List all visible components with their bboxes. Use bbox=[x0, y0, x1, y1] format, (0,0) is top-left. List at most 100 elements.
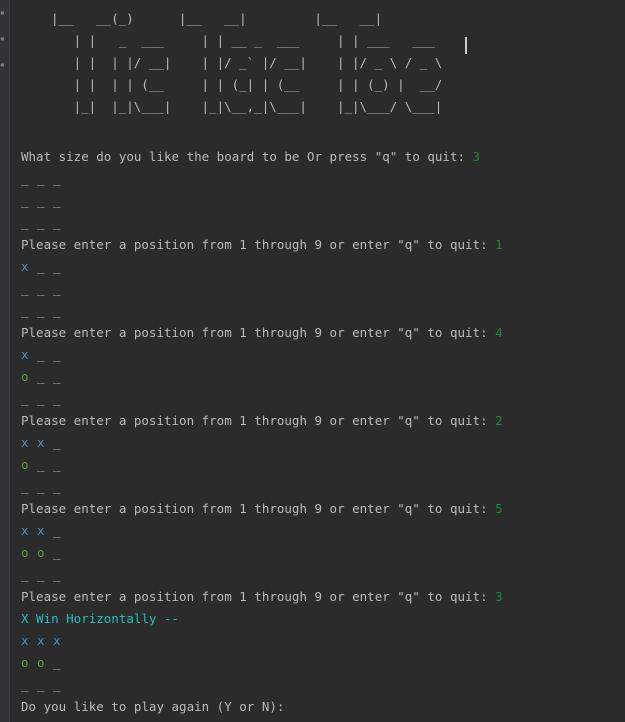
board-cell: _ bbox=[37, 347, 45, 362]
board-cell: _ bbox=[37, 457, 45, 472]
board-cell: _ bbox=[53, 215, 61, 230]
board-row: _ _ _ bbox=[21, 168, 69, 190]
board-cell: _ bbox=[21, 193, 29, 208]
gutter-marker: ▪ bbox=[0, 8, 5, 17]
board-cell: _ bbox=[53, 435, 61, 450]
board-cell: _ bbox=[53, 567, 61, 582]
board-cell: x bbox=[21, 633, 29, 648]
board-cell: _ bbox=[21, 215, 29, 230]
board-cell: _ bbox=[37, 171, 45, 186]
board-cell: _ bbox=[21, 567, 29, 582]
gutter-marker: ▪ bbox=[0, 60, 5, 69]
board-cell: _ bbox=[21, 303, 29, 318]
move-input: 3 bbox=[495, 589, 503, 604]
board-row: x x _ bbox=[21, 432, 69, 454]
move-prompt: Please enter a position from 1 through 9… bbox=[21, 325, 496, 340]
board-cell: x bbox=[21, 523, 29, 538]
board-row: _ _ _ bbox=[21, 278, 69, 300]
board-row: _ _ _ bbox=[21, 190, 69, 212]
board-cell: _ bbox=[53, 347, 61, 362]
board-cell: _ bbox=[53, 281, 61, 296]
board-cell: _ bbox=[37, 369, 45, 384]
board-row: o _ _ bbox=[21, 454, 69, 476]
board-cell: _ bbox=[37, 281, 45, 296]
board-cell: _ bbox=[53, 193, 61, 208]
move-prompt: Please enter a position from 1 through 9… bbox=[21, 501, 496, 516]
board-cell: _ bbox=[37, 677, 45, 692]
board-cell: x bbox=[21, 347, 29, 362]
board-row: xxx bbox=[21, 630, 69, 652]
board-row: _ _ _ bbox=[21, 388, 69, 410]
board-cell: _ bbox=[37, 215, 45, 230]
move-prompt-line: Please enter a position from 1 through 9… bbox=[21, 234, 503, 256]
board-row: _ _ _ bbox=[21, 212, 69, 234]
play-again-prompt: Do you like to play again (Y or N): bbox=[21, 699, 292, 714]
board-cell: _ bbox=[53, 391, 61, 406]
board-cell: _ bbox=[53, 369, 61, 384]
board-row: x _ _ bbox=[21, 344, 69, 366]
board-cell: x bbox=[53, 633, 61, 648]
board-cell: _ bbox=[53, 545, 61, 560]
board-cell: x bbox=[21, 435, 29, 450]
move-prompt: Please enter a position from 1 through 9… bbox=[21, 589, 496, 604]
board-cell: _ bbox=[21, 677, 29, 692]
move-prompt-line: Please enter a position from 1 through 9… bbox=[21, 322, 503, 344]
text-caret bbox=[465, 37, 467, 54]
board-cell: _ bbox=[37, 567, 45, 582]
play-again-line[interactable]: Do you like to play again (Y or N): bbox=[21, 696, 292, 718]
board-cell: _ bbox=[53, 479, 61, 494]
move-input: 4 bbox=[495, 325, 503, 340]
move-prompt-line: Please enter a position from 1 through 9… bbox=[21, 410, 503, 432]
board-cell: _ bbox=[53, 171, 61, 186]
size-prompt-line: What size do you like the board to be Or… bbox=[21, 146, 480, 168]
board-row: _ _ _ bbox=[21, 476, 69, 498]
board-cell: _ bbox=[37, 259, 45, 274]
board-cell: _ bbox=[53, 259, 61, 274]
board-cell: o bbox=[21, 457, 29, 472]
board-row: o o _ bbox=[21, 652, 69, 674]
board-row: _ _ _ bbox=[21, 300, 69, 322]
board-row: x _ _ bbox=[21, 256, 69, 278]
board-cell: _ bbox=[37, 479, 45, 494]
board-cell: _ bbox=[21, 391, 29, 406]
move-prompt: Please enter a position from 1 through 9… bbox=[21, 413, 496, 428]
board-row: x x _ bbox=[21, 520, 69, 542]
move-input: 2 bbox=[495, 413, 503, 428]
board-cell: _ bbox=[37, 303, 45, 318]
board-cell: _ bbox=[37, 391, 45, 406]
gutter-marker: ▪ bbox=[0, 34, 5, 43]
size-prompt: What size do you like the board to be Or… bbox=[21, 149, 473, 164]
win-message: X Win Horizontally -- bbox=[21, 611, 180, 626]
board-row: _ _ _ bbox=[21, 564, 69, 586]
board-cell: _ bbox=[53, 457, 61, 472]
move-prompt-line: Please enter a position from 1 through 9… bbox=[21, 586, 503, 608]
run-console-output[interactable]: ------- - ------- ------- |__ __(_) |__ … bbox=[21, 0, 621, 722]
board-cell: _ bbox=[53, 677, 61, 692]
move-prompt-line: Please enter a position from 1 through 9… bbox=[21, 498, 503, 520]
board-row: _ _ _ bbox=[21, 674, 69, 696]
move-input: 5 bbox=[495, 501, 503, 516]
board-row: o _ _ bbox=[21, 366, 69, 388]
board-cell: _ bbox=[21, 171, 29, 186]
board-cell: _ bbox=[53, 523, 61, 538]
board-cell: o bbox=[21, 369, 29, 384]
board-cell: x bbox=[21, 259, 29, 274]
board-cell: _ bbox=[53, 303, 61, 318]
board-cell: x bbox=[37, 435, 45, 450]
move-prompt: Please enter a position from 1 through 9… bbox=[21, 237, 496, 252]
board-cell: o bbox=[21, 655, 29, 670]
board-cell: o bbox=[37, 655, 45, 670]
board-cell: _ bbox=[21, 281, 29, 296]
board-row: o o _ bbox=[21, 542, 69, 564]
editor-gutter: ▪ ▪ ▪ bbox=[0, 0, 10, 722]
ascii-banner: ------- - ------- ------- |__ __(_) |__ … bbox=[51, 0, 443, 114]
board-cell: x bbox=[37, 633, 45, 648]
board-cell: x bbox=[37, 523, 45, 538]
board-cell: _ bbox=[37, 193, 45, 208]
size-input: 3 bbox=[472, 149, 481, 164]
board-cell: o bbox=[21, 545, 29, 560]
board-cell: o bbox=[37, 545, 45, 560]
board-cell: _ bbox=[21, 479, 29, 494]
board-cell: _ bbox=[53, 655, 61, 670]
move-input: 1 bbox=[495, 237, 503, 252]
